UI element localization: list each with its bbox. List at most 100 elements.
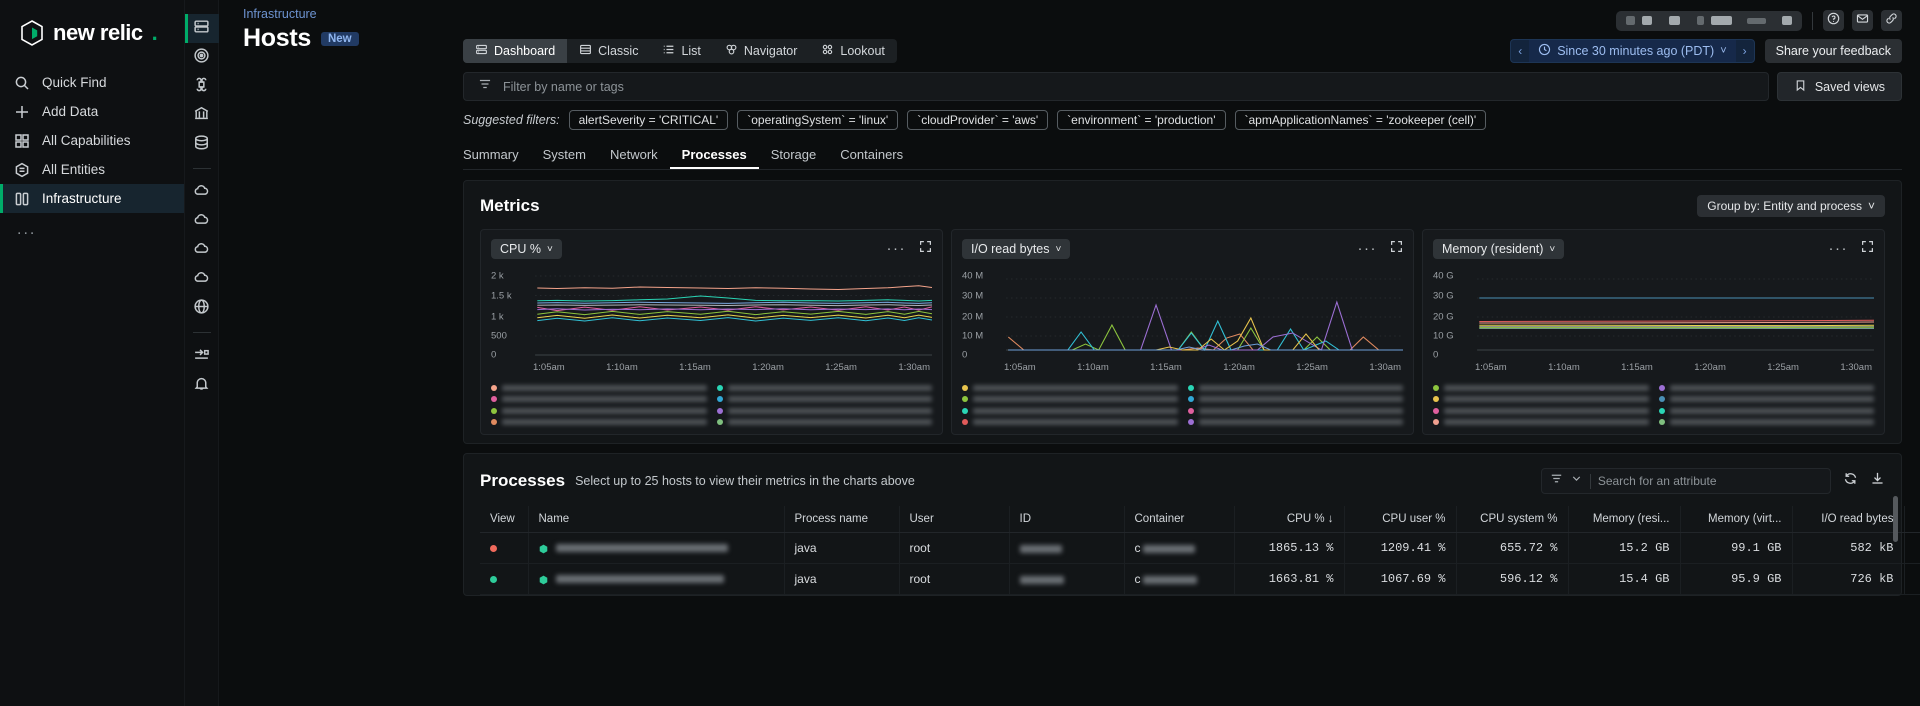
column-header-process-name[interactable]: Process name: [784, 506, 899, 533]
cell-name[interactable]: [528, 564, 784, 595]
column-header-name[interactable]: Name: [528, 506, 784, 533]
cell-view-status[interactable]: [480, 564, 528, 595]
chart-expand-button[interactable]: [919, 240, 932, 258]
chart-menu-button[interactable]: ···: [1829, 244, 1849, 254]
column-header-memory-resident[interactable]: Memory (resi...: [1568, 506, 1680, 533]
share-link-button[interactable]: [1881, 10, 1902, 31]
tab-containers[interactable]: Containers: [828, 142, 915, 169]
suggested-filter-chip[interactable]: `cloudProvider` = 'aws': [907, 110, 1048, 130]
view-tab-lookout[interactable]: Lookout: [809, 39, 896, 63]
legend-item[interactable]: [1659, 394, 1875, 406]
legend-item[interactable]: [491, 394, 707, 406]
chart-expand-button[interactable]: [1861, 240, 1874, 258]
rail-item-command[interactable]: [185, 72, 219, 101]
table-row[interactable]: java root c 1663.81 % 1067.69 % 596.12 %…: [480, 564, 1920, 595]
help-button[interactable]: [1823, 10, 1844, 31]
filter-icon[interactable]: [1550, 472, 1563, 490]
column-header-memory-virtual[interactable]: Memory (virt...: [1680, 506, 1792, 533]
cell-name[interactable]: [528, 533, 784, 564]
tab-summary[interactable]: Summary: [463, 142, 531, 169]
tab-network[interactable]: Network: [598, 142, 670, 169]
suggested-filter-chip[interactable]: `operatingSystem` = 'linux': [737, 110, 898, 130]
rail-item-bank[interactable]: [185, 101, 219, 130]
suggested-filter-chip[interactable]: alertSeverity = 'CRITICAL': [569, 110, 729, 130]
view-tab-list[interactable]: List: [650, 39, 712, 63]
chevron-down-icon[interactable]: [1570, 472, 1583, 490]
legend-item[interactable]: [1659, 417, 1875, 429]
rail-item-cloud-1[interactable]: [185, 178, 219, 207]
share-feedback-button[interactable]: Share your feedback: [1765, 39, 1902, 63]
refresh-button[interactable]: [1843, 471, 1858, 491]
chart-menu-button[interactable]: ···: [1358, 244, 1378, 254]
legend-item[interactable]: [962, 382, 1178, 394]
sidebar-item-all-capabilities[interactable]: All Capabilities: [0, 126, 184, 155]
table-row[interactable]: java root c 1865.13 % 1209.41 % 655.72 %…: [480, 533, 1920, 564]
tab-storage[interactable]: Storage: [759, 142, 829, 169]
legend-item[interactable]: [1659, 405, 1875, 417]
legend-item[interactable]: [1188, 417, 1404, 429]
legend-item[interactable]: [962, 405, 1178, 417]
legend-item[interactable]: [717, 382, 933, 394]
mail-button[interactable]: [1852, 10, 1873, 31]
legend-item[interactable]: [491, 417, 707, 429]
rail-item-logs[interactable]: [185, 342, 219, 371]
legend-item[interactable]: [1433, 394, 1649, 406]
table-vertical-scrollbar[interactable]: [1893, 496, 1898, 542]
filter-input[interactable]: [503, 80, 1754, 94]
legend-item[interactable]: [1188, 394, 1404, 406]
time-prev-button[interactable]: ‹: [1511, 41, 1529, 61]
rail-item-cloud-2[interactable]: [185, 207, 219, 236]
attribute-search[interactable]: [1541, 468, 1831, 494]
tab-system[interactable]: System: [531, 142, 598, 169]
chart-metric-selector[interactable]: I/O read bytes ˅: [962, 239, 1070, 259]
view-tab-navigator[interactable]: Navigator: [713, 39, 810, 63]
column-header-cpu-user-percent[interactable]: CPU user %: [1344, 506, 1456, 533]
legend-item[interactable]: [717, 417, 933, 429]
suggested-filter-chip[interactable]: `environment` = 'production': [1057, 110, 1225, 130]
chart-expand-button[interactable]: [1390, 240, 1403, 258]
sidebar-item-all-entities[interactable]: All Entities: [0, 155, 184, 184]
tab-processes[interactable]: Processes: [670, 142, 759, 169]
legend-item[interactable]: [1188, 382, 1404, 394]
legend-item[interactable]: [717, 405, 933, 417]
rail-item-alerts[interactable]: [185, 371, 219, 400]
legend-item[interactable]: [491, 405, 707, 417]
column-header-cpu-system-percent[interactable]: CPU system %: [1456, 506, 1568, 533]
time-range-button[interactable]: Since 30 minutes ago (PDT) ˅: [1529, 40, 1735, 62]
legend-item[interactable]: [1659, 382, 1875, 394]
chart-metric-selector[interactable]: Memory (resident) ˅: [1433, 239, 1564, 259]
rail-item-cloud-3[interactable]: [185, 236, 219, 265]
column-header-cpu-percent[interactable]: CPU % ↓: [1234, 506, 1344, 533]
sidebar-item-add-data[interactable]: Add Data: [0, 97, 184, 126]
rail-item-database[interactable]: [185, 130, 219, 159]
column-header-id[interactable]: ID: [1009, 506, 1124, 533]
column-header-container[interactable]: Container: [1124, 506, 1234, 533]
legend-item[interactable]: [1433, 405, 1649, 417]
column-header-io-read-bytes[interactable]: I/O read bytes: [1792, 506, 1904, 533]
time-next-button[interactable]: ›: [1736, 41, 1754, 61]
legend-item[interactable]: [1433, 417, 1649, 429]
download-button[interactable]: [1870, 471, 1885, 491]
group-by-dropdown[interactable]: Group by: Entity and process ˅: [1697, 195, 1885, 217]
legend-item[interactable]: [491, 382, 707, 394]
sidebar-more-button[interactable]: ...: [0, 213, 184, 239]
legend-item[interactable]: [962, 394, 1178, 406]
suggested-filter-chip[interactable]: `apmApplicationNames` = 'zookeeper (cell…: [1235, 110, 1487, 130]
legend-item[interactable]: [962, 417, 1178, 429]
attribute-search-input[interactable]: [1598, 474, 1822, 488]
column-header-view[interactable]: View: [480, 506, 528, 533]
legend-item[interactable]: [1433, 382, 1649, 394]
rail-item-target[interactable]: [185, 43, 219, 72]
column-header-io-write-bytes[interactable]: I/O write bytes: [1904, 506, 1920, 533]
chart-menu-button[interactable]: ···: [887, 244, 907, 254]
new-relic-logo[interactable]: new relic .: [0, 10, 184, 68]
rail-item-globe[interactable]: [185, 294, 219, 323]
chart-metric-selector[interactable]: CPU % ˅: [491, 239, 562, 259]
filter-bar[interactable]: [463, 72, 1769, 101]
legend-item[interactable]: [717, 394, 933, 406]
column-header-user[interactable]: User: [899, 506, 1009, 533]
rail-item-hosts[interactable]: [185, 14, 219, 43]
saved-views-button[interactable]: Saved views: [1777, 72, 1902, 101]
view-tab-dashboard[interactable]: Dashboard: [463, 39, 567, 63]
rail-item-cloud-4[interactable]: [185, 265, 219, 294]
